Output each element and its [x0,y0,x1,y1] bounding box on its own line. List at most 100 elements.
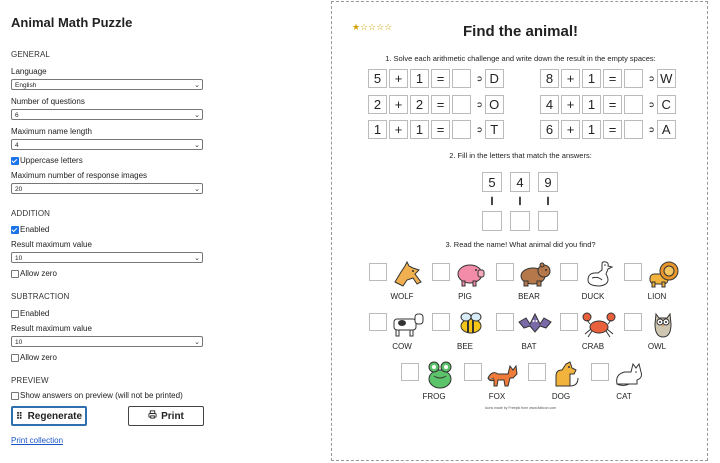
choice-box [369,313,387,331]
subtraction-result-select[interactable]: 10 ⌄ [11,336,203,347]
max-name-label: Maximum name length [11,127,92,136]
general-heading: GENERAL [11,50,50,59]
choice-box [369,263,387,281]
animal-option-cow: COW [369,310,435,355]
addition-result-select[interactable]: 10 ⌄ [11,252,203,263]
animal-name: CAT [616,392,632,401]
max-name-select[interactable]: 4 ⌄ [11,139,203,150]
equals-sign: = [603,68,622,88]
num-questions-value: 6 [15,112,19,119]
operand-a: 8 [540,68,559,88]
animal-option-fox: FOX [464,360,530,405]
equation-row: 2 + 2 = ➲ O [368,94,506,114]
down-marker-icon: ❙ [516,196,524,205]
subtraction-result-label: Result maximum value [11,324,92,333]
animal-name: FOX [488,392,506,401]
choice-box [560,263,578,281]
step2-instruction: 2. Fill in the letters that match the an… [449,151,592,160]
chevron-down-icon: ⌄ [194,82,200,89]
arrow-icon: ➲ [648,99,655,109]
animal-name: CRAB [581,342,605,351]
animal-name: COW [392,342,412,351]
chevron-down-icon: ⌄ [194,142,200,149]
addition-enabled-checkbox[interactable]: Enabled [11,225,49,234]
operand-b: 1 [410,119,429,139]
subtraction-enabled-label: Enabled [20,309,50,318]
num-questions-label: Number of questions [11,97,85,106]
print-collection-link[interactable]: Print collection [11,436,63,445]
equals-sign: = [431,119,450,139]
equation-row: 8 + 1 = ➲ W [540,68,678,88]
regenerate-button[interactable]: ⠿ Regenerate [11,406,87,426]
operator: + [561,94,580,114]
addition-result-label: Result maximum value [11,240,92,249]
answer-blank [452,119,471,139]
operand-a: 2 [368,94,387,114]
addition-zero-checkbox[interactable]: Allow zero [11,269,57,278]
animal-name: BEAR [518,292,540,301]
max-images-label: Maximum number of response images [11,171,148,180]
max-name-value: 4 [15,142,19,149]
down-marker-icon: ❙ [488,196,496,205]
animal-name: BAT [521,342,537,351]
animal-option-duck: DUCK [560,260,626,305]
max-images-value: 20 [15,186,23,193]
subtraction-zero-checkbox[interactable]: Allow zero [11,353,57,362]
addition-result-value: 10 [15,255,23,262]
operator: + [389,68,408,88]
answer-blank [624,119,643,139]
show-answers-checkbox[interactable]: Show answers on preview (will not be pri… [11,391,183,400]
uppercase-label: Uppercase letters [20,156,83,165]
print-button[interactable]: Print [128,406,204,426]
result-letter: C [656,94,676,114]
choice-box [560,313,578,331]
step1-instruction: 1. Solve each arithmetic challenge and w… [385,54,656,63]
bee-icon [460,312,482,334]
icon-credit[interactable]: Icons made by Freepik from www.flaticon.… [332,406,709,410]
puzzle-title: Find the animal! [462,23,578,40]
result-letter: A [656,119,676,139]
operand-a: 5 [368,68,387,88]
animal-name: DOG [551,392,571,401]
language-select[interactable]: English ⌄ [11,79,203,90]
dots-icon: ⠿ [15,410,23,421]
max-images-select[interactable]: 20 ⌄ [11,183,203,194]
operand-a: 4 [540,94,559,114]
subtraction-enabled-checkbox[interactable]: Enabled [11,309,49,318]
regenerate-label: Regenerate [27,410,83,422]
choice-box [528,363,546,381]
answer-number: 5 [482,172,502,192]
animal-option-cat: CAT [591,360,657,405]
pig-icon [457,264,485,287]
chevron-down-icon: ⌄ [194,112,200,119]
checkbox-checked-icon [11,225,19,234]
animal-option-dog: DOG [528,360,594,405]
answer-blank [452,94,471,114]
operator: + [561,119,580,139]
letter-blank [538,211,558,231]
equation-row: 4 + 1 = ➲ C [540,94,678,114]
chevron-down-icon: ⌄ [194,255,200,262]
letter-blank [510,211,530,231]
preview-heading: PREVIEW [11,376,49,385]
uppercase-checkbox[interactable]: Uppercase letters [11,156,83,165]
animal-option-frog: FROG [401,360,467,405]
result-letter: O [484,94,504,114]
answer-number: 4 [510,172,530,192]
language-label: Language [11,67,47,76]
equals-sign: = [603,94,622,114]
animal-name: PIG [458,292,472,301]
equals-sign: = [431,68,450,88]
animal-option-pig: PIG [432,260,498,305]
fox-icon [487,364,518,387]
arrow-icon: ➲ [476,99,483,109]
choice-box [591,363,609,381]
wolf-icon [394,260,422,287]
animal-name: WOLF [390,292,414,301]
answer-blank [624,94,643,114]
num-questions-select[interactable]: 6 ⌄ [11,109,203,120]
result-letter: D [484,68,504,88]
bear-icon [520,262,551,287]
checkbox-unchecked-icon [11,353,19,362]
result-letter: W [656,68,676,88]
